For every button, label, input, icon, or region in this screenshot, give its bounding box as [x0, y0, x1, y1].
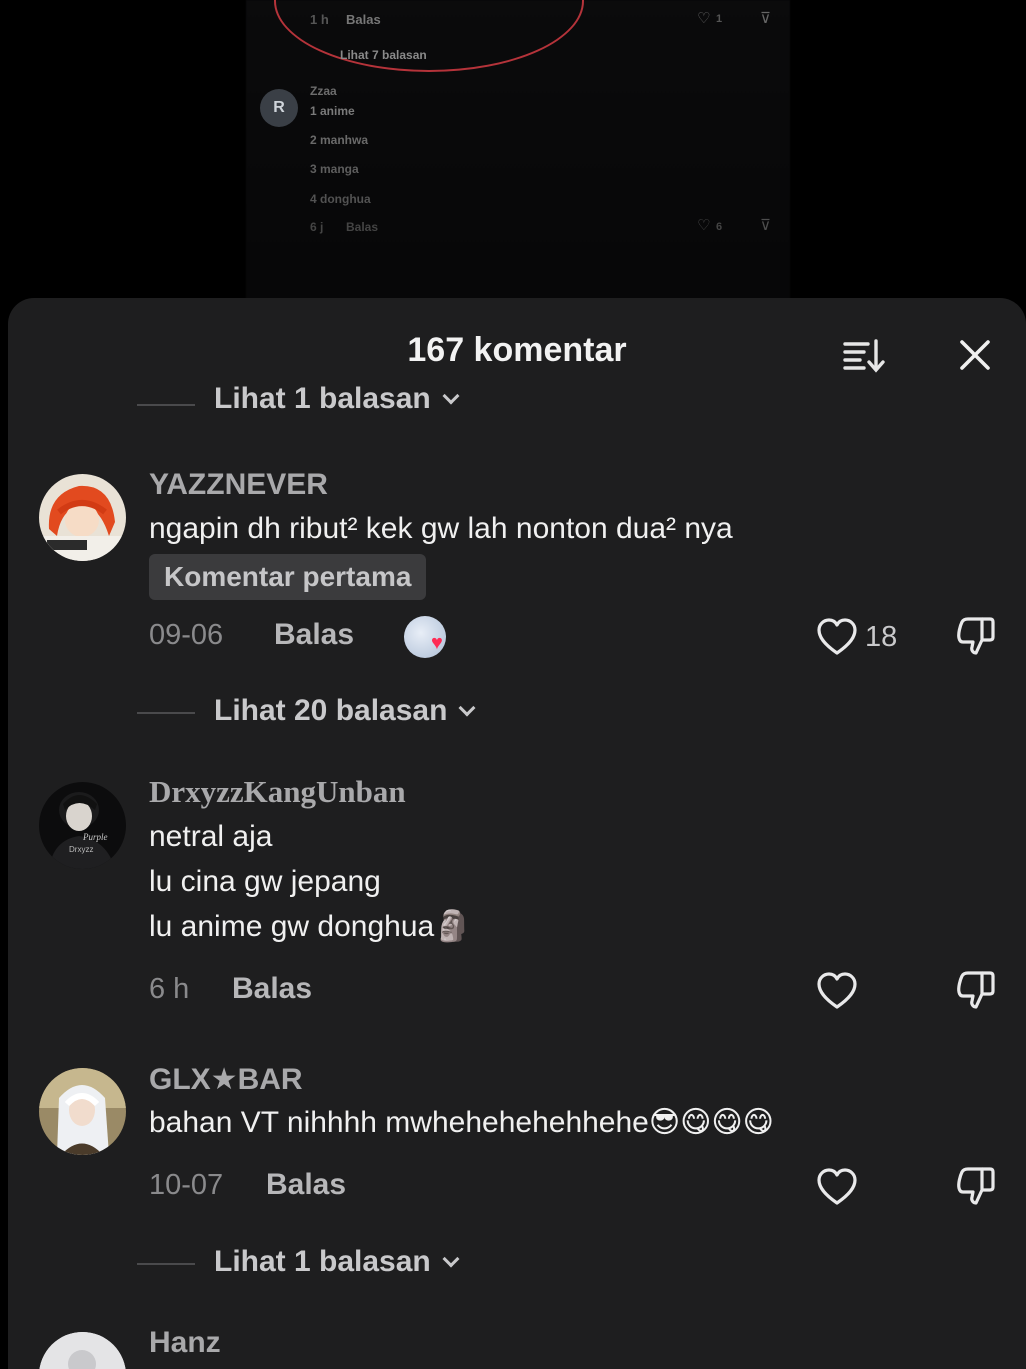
comment-time: 6 h — [149, 973, 190, 1005]
comments-sheet: 167 komentar Lihat 1 balasan YAZZNEVER n… — [8, 298, 1026, 1369]
see-replies-label: Lihat 20 balasan — [214, 694, 448, 727]
video-bottom-dislike-icon: ⊽ — [760, 217, 771, 234]
avatar[interactable] — [39, 474, 126, 561]
comment-text-line-1: netral aja — [149, 820, 273, 853]
video-bottom-like-count: 6 — [716, 221, 723, 233]
comment-username[interactable]: GLX★BAR — [149, 1062, 303, 1097]
comment-username[interactable]: YAZZNEVER — [149, 468, 328, 502]
dislike-icon[interactable] — [955, 616, 997, 656]
video-bottom-reply: Balas — [346, 220, 379, 234]
comments-list[interactable]: Lihat 1 balasan YAZZNEVER ngapin dh ribu… — [8, 386, 1026, 1369]
video-line-4: 4 donghua — [310, 192, 371, 206]
svg-text:Drxyzz: Drxyzz — [69, 845, 93, 854]
comment-text-line-3: lu anime gw donghua🗿 — [149, 910, 472, 943]
video-line-2: 2 manhwa — [310, 133, 369, 147]
like-count: 18 — [865, 621, 898, 653]
video-bottom-heart-icon: ♡ — [697, 217, 711, 234]
heart-outline-icon[interactable] — [816, 618, 858, 656]
video-see-replies: Lihat 7 balasan — [340, 48, 427, 62]
comment-time: 09-06 — [149, 619, 224, 651]
comment-text-line-2: lu cina gw jepang — [149, 865, 381, 898]
video-heart-icon: ♡ — [697, 10, 711, 27]
reply-button[interactable]: Balas — [232, 972, 312, 1006]
close-icon[interactable] — [956, 336, 994, 374]
replies-divider — [137, 1263, 195, 1265]
dislike-icon[interactable] — [955, 970, 997, 1010]
video-line-1: 1 anime — [310, 104, 355, 118]
avatar[interactable] — [39, 1068, 126, 1155]
video-bottom-time: 6 j — [310, 220, 324, 234]
video-reply-label: Balas — [346, 12, 381, 27]
reply-button[interactable]: Balas — [274, 618, 354, 652]
heart-outline-icon[interactable] — [816, 1168, 858, 1206]
comment-username[interactable]: Hanz — [149, 1326, 221, 1360]
see-replies-label: Lihat 1 balasan — [214, 1245, 431, 1278]
replies-divider — [137, 404, 195, 406]
video-line-3: 3 manga — [310, 162, 359, 176]
reply-button[interactable]: Balas — [266, 1168, 346, 1202]
video-dislike-icon: ⊽ — [760, 10, 771, 27]
see-replies-label: Lihat 1 balasan — [214, 386, 431, 415]
video-reply-time: 1 h — [310, 12, 329, 27]
avatar[interactable]: Purple Drxyzz — [39, 782, 126, 869]
heart-outline-icon[interactable] — [816, 972, 858, 1010]
comment-text: bahan VT nihhhh mwhehehehehhehe😎😋😋😋 — [149, 1106, 774, 1139]
sort-icon[interactable] — [842, 338, 886, 374]
video-background[interactable]: 1 h Balas ♡ 1 ⊽ Lihat 7 balasan R Zzaa 1… — [0, 0, 1026, 330]
comment-username[interactable]: DrxyzzKangUnban — [149, 774, 406, 810]
dislike-icon[interactable] — [955, 1166, 997, 1206]
first-comment-badge: Komentar pertama — [149, 554, 427, 600]
video-avatar: R — [260, 89, 298, 127]
chevron-down-icon — [458, 699, 476, 717]
avatar[interactable] — [39, 1332, 126, 1369]
video-like-count: 1 — [716, 13, 723, 25]
svg-text:Purple: Purple — [82, 832, 108, 842]
video-user: Zzaa — [310, 84, 337, 98]
chevron-down-icon — [442, 1250, 460, 1268]
heart-icon: ♥ — [431, 632, 443, 654]
replies-divider — [137, 712, 195, 714]
comment-text: ngapin dh ribut² kek gw lah nonton dua² … — [149, 512, 733, 545]
chevron-down-icon — [442, 387, 460, 405]
comment-time: 10-07 — [149, 1169, 224, 1201]
